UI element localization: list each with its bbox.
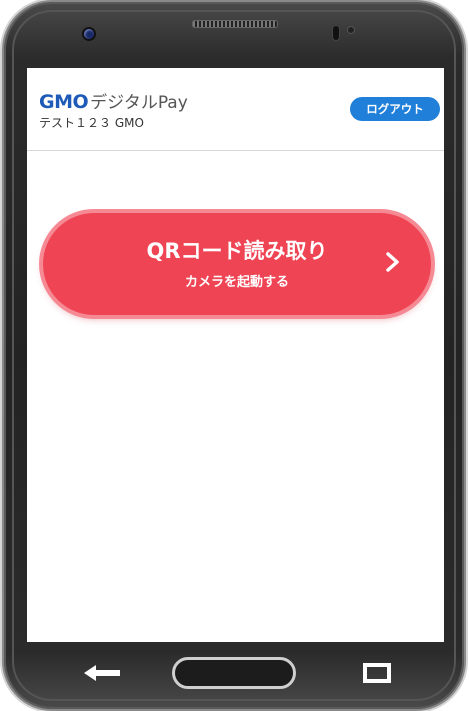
qr-scan-title: QRコード読み取り [146,239,328,263]
light-sensor [348,27,354,33]
logout-button[interactable]: ログアウト [350,97,440,121]
recent-apps-icon[interactable] [363,663,391,683]
home-button[interactable] [172,657,296,689]
qr-scan-subtitle: カメラを起動する [184,275,289,290]
back-arrow-icon[interactable] [82,662,122,684]
android-nav-bar [27,642,444,704]
qr-scan-button[interactable]: QRコード読み取り カメラを起動する [43,213,431,315]
store-name: テスト１２３ GMO [39,116,144,130]
app-screen: GMO デジタルPay テスト１２３ GMO ログアウト QRコード読み取り カ… [27,68,444,642]
logo-brand: GMO [39,91,89,113]
app-header: GMO デジタルPay テスト１２３ GMO ログアウト [27,68,444,151]
front-camera [84,29,94,39]
chevron-right-icon [386,252,399,272]
proximity-sensor [333,26,339,40]
logo-product: デジタルPay [90,93,188,113]
gmo-digital-pay-logo: GMO デジタルPay [39,88,188,113]
earpiece-speaker [192,20,278,28]
